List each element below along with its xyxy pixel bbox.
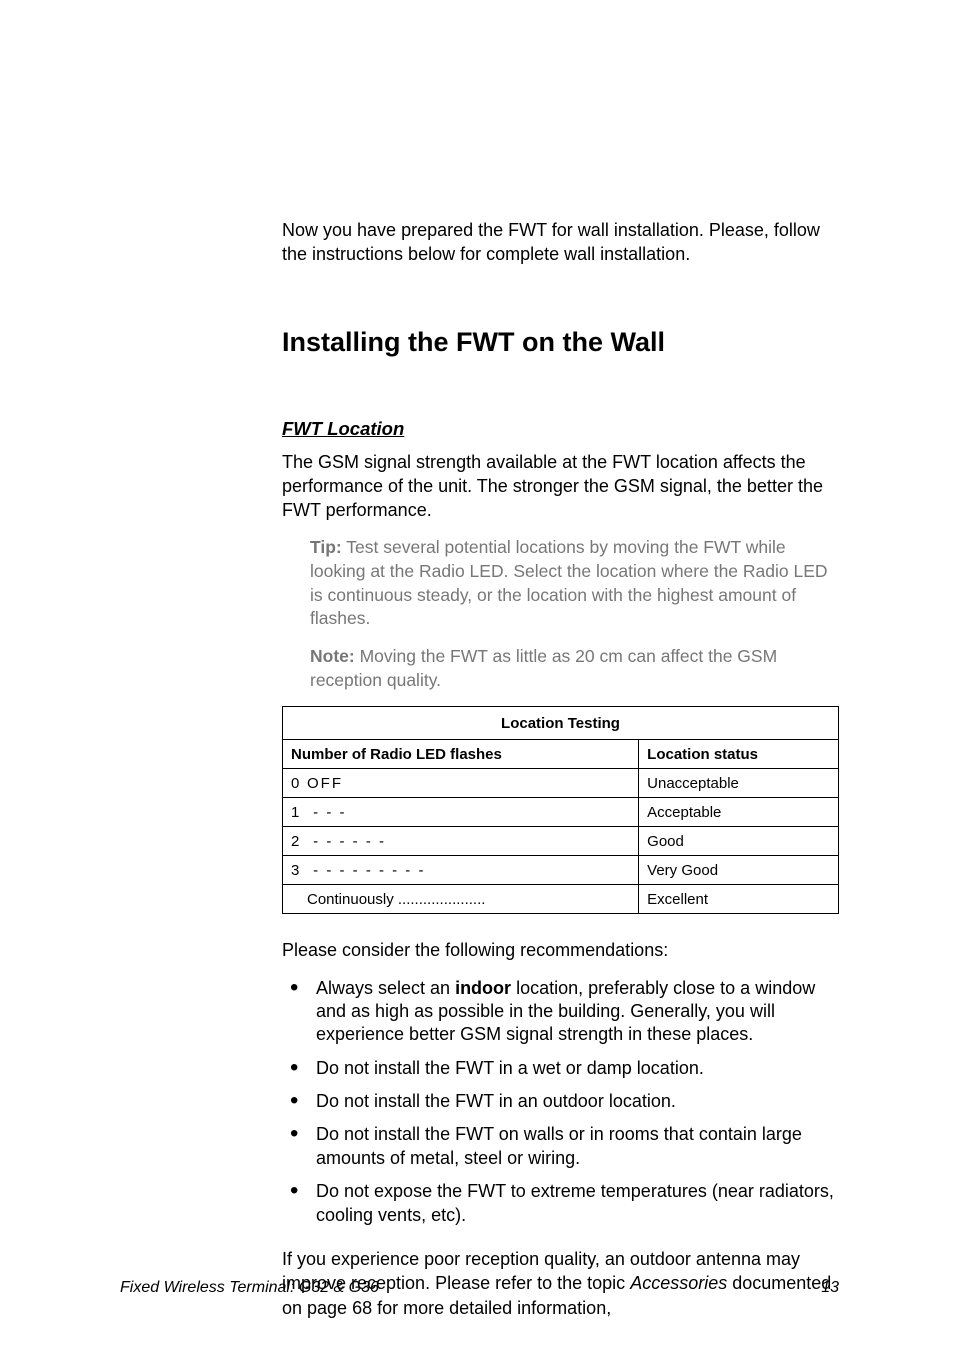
flash-pattern: - - - - - - xyxy=(307,833,386,850)
table-row: 1 - - - Acceptable xyxy=(283,798,839,827)
table-row: Continuously ..................... Excel… xyxy=(283,885,839,914)
bullet-text-bold: indoor xyxy=(455,978,511,998)
list-item: Do not expose the FWT to extreme tempera… xyxy=(312,1180,839,1227)
footer-title: Fixed Wireless Terminal: G32 & G36 xyxy=(120,1279,379,1297)
tip-block: Tip: Test several potential locations by… xyxy=(310,536,839,631)
list-item: Do not install the FWT on walls or in ro… xyxy=(312,1123,839,1170)
list-item: Do not install the FWT in an outdoor loc… xyxy=(312,1090,839,1113)
page-footer: Fixed Wireless Terminal: G32 & G36 13 xyxy=(120,1279,839,1297)
note-block: Note: Moving the FWT as little as 20 cm … xyxy=(310,645,839,692)
section-heading: Installing the FWT on the Wall xyxy=(282,327,839,358)
flash-number: 3 xyxy=(291,862,307,879)
location-status: Good xyxy=(639,827,839,856)
list-item: Always select an indoor location, prefer… xyxy=(312,977,839,1047)
flash-number: 2 xyxy=(291,833,307,850)
recommendations-intro: Please consider the following recommenda… xyxy=(282,938,839,962)
table-caption: Location Testing xyxy=(283,707,839,740)
document-page: Now you have prepared the FWT for wall i… xyxy=(0,0,954,1352)
recommendations-list: Always select an indoor location, prefer… xyxy=(282,977,839,1228)
location-status: Unacceptable xyxy=(639,769,839,798)
flash-pattern: Continuously ..................... xyxy=(307,891,485,908)
flash-pattern: - - - xyxy=(307,804,347,821)
intro-paragraph: Now you have prepared the FWT for wall i… xyxy=(282,218,839,267)
flash-number: 0 xyxy=(291,775,307,792)
location-paragraph: The GSM signal strength available at the… xyxy=(282,450,839,523)
tip-label: Tip: xyxy=(310,537,342,557)
table-header-status: Location status xyxy=(639,740,839,769)
table-row: 2 - - - - - - Good xyxy=(283,827,839,856)
flash-pattern: OFF xyxy=(307,775,343,792)
location-status: Very Good xyxy=(639,856,839,885)
location-status: Acceptable xyxy=(639,798,839,827)
tip-body: Test several potential locations by movi… xyxy=(310,537,828,628)
footer-page-number: 13 xyxy=(821,1279,839,1297)
subsection-heading: FWT Location xyxy=(282,418,839,440)
bullet-text-pre: Always select an xyxy=(316,978,455,998)
flash-number: 1 xyxy=(291,804,307,821)
flash-pattern: - - - - - - - - - xyxy=(307,862,425,879)
location-status: Excellent xyxy=(639,885,839,914)
note-label: Note: xyxy=(310,646,355,666)
note-body: Moving the FWT as little as 20 cm can af… xyxy=(310,646,777,690)
table-header-flashes: Number of Radio LED flashes xyxy=(283,740,639,769)
list-item: Do not install the FWT in a wet or damp … xyxy=(312,1057,839,1080)
location-testing-table: Location Testing Number of Radio LED fla… xyxy=(282,706,839,914)
table-row: 3 - - - - - - - - - Very Good xyxy=(283,856,839,885)
table-row: 0OFF Unacceptable xyxy=(283,769,839,798)
